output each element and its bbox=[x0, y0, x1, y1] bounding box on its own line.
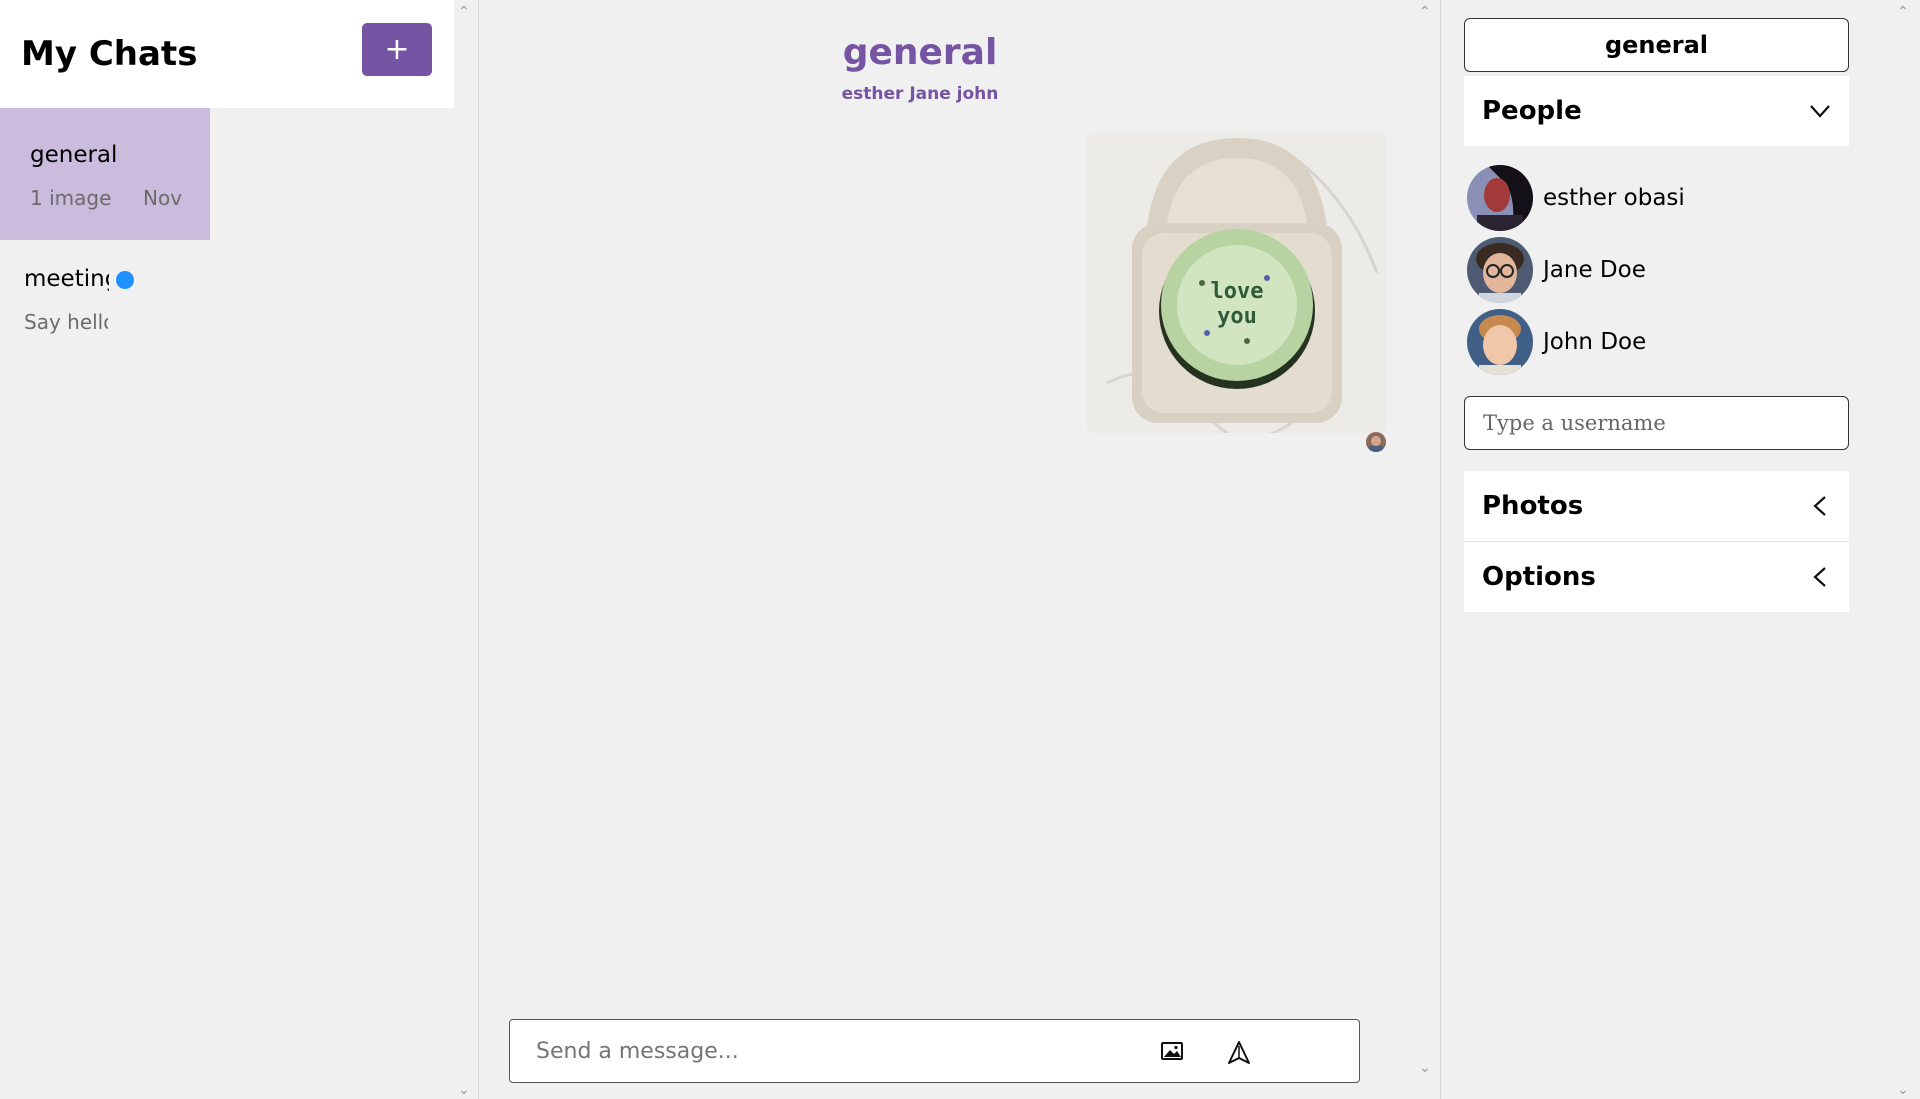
scroll-down-arrow[interactable]: ⌄ bbox=[1419, 1060, 1431, 1076]
scroll-up-arrow[interactable]: ⌃ bbox=[1897, 4, 1909, 20]
avatar bbox=[1467, 165, 1533, 231]
message-composer bbox=[509, 1019, 1360, 1083]
chat-card-date: Nov bbox=[143, 186, 183, 210]
photos-section-label: Photos bbox=[1482, 491, 1584, 521]
chat-list-panel: My Chats + general 1 image Nov meeting S… bbox=[0, 0, 470, 1099]
new-chat-button[interactable]: + bbox=[362, 23, 432, 76]
chat-card-preview-text: Say hello bbox=[24, 310, 108, 334]
people-section-label: People bbox=[1482, 96, 1582, 126]
conversation-title: general bbox=[842, 32, 998, 73]
people-section-toggle[interactable]: People bbox=[1464, 76, 1849, 146]
photos-section-toggle[interactable]: Photos bbox=[1464, 471, 1849, 541]
person-name: esther obasi bbox=[1543, 185, 1685, 211]
chevron-down-icon bbox=[1810, 105, 1830, 118]
chat-list-header: My Chats + bbox=[0, 0, 454, 108]
online-indicator bbox=[1469, 240, 1476, 247]
scroll-up-arrow[interactable]: ⌃ bbox=[1419, 4, 1431, 20]
chat-details-panel: general People esther obasi Jane Doe Joh… bbox=[1440, 0, 1920, 1099]
chevron-left-icon bbox=[1813, 567, 1826, 587]
person-row: esther obasi bbox=[1467, 165, 1847, 231]
conversation-panel: general esther Jane john love you Send a… bbox=[478, 0, 1440, 1099]
chat-card-name: general bbox=[30, 142, 118, 168]
chat-card-preview: 1 image bbox=[30, 186, 112, 210]
unread-indicator bbox=[116, 271, 134, 289]
person-name: John Doe bbox=[1543, 329, 1647, 355]
online-indicator bbox=[1469, 312, 1476, 319]
chat-card-name-text: meeting bbox=[24, 266, 109, 292]
message-input[interactable] bbox=[536, 1033, 1136, 1069]
options-section-label: Options bbox=[1482, 562, 1596, 592]
options-section-toggle[interactable]: Options bbox=[1464, 542, 1849, 612]
chat-card-name: meeting bbox=[24, 266, 109, 292]
image-attach-icon[interactable] bbox=[1160, 1040, 1186, 1064]
chat-card-preview: Say hello bbox=[24, 310, 108, 334]
scroll-down-arrow[interactable]: ⌄ bbox=[458, 1082, 470, 1098]
chat-list-title: My Chats bbox=[21, 34, 198, 74]
person-row: Jane Doe bbox=[1467, 237, 1847, 303]
username-field bbox=[1464, 396, 1849, 450]
conversation-members: esther Jane john bbox=[841, 84, 999, 104]
avatar bbox=[1467, 237, 1533, 303]
sender-avatar bbox=[1366, 432, 1386, 452]
svg-text:you: you bbox=[1217, 304, 1257, 329]
scroll-up-arrow[interactable]: ⌃ bbox=[458, 4, 470, 20]
person-row: John Doe bbox=[1467, 309, 1847, 375]
chat-card-meeting[interactable]: meeting Say hello bbox=[0, 250, 210, 382]
chat-title-field[interactable]: general bbox=[1464, 18, 1849, 72]
person-name: Jane Doe bbox=[1543, 257, 1646, 283]
message-image[interactable]: love you bbox=[1087, 133, 1387, 433]
username-input[interactable] bbox=[1483, 407, 1823, 439]
svg-text:love: love bbox=[1211, 279, 1264, 304]
send-icon[interactable] bbox=[1226, 1040, 1252, 1066]
cake-photo: love you bbox=[1087, 133, 1387, 433]
chevron-left-icon bbox=[1813, 496, 1826, 516]
avatar bbox=[1467, 309, 1533, 375]
scroll-down-arrow[interactable]: ⌄ bbox=[1897, 1082, 1909, 1098]
online-indicator bbox=[1469, 168, 1476, 175]
chat-card-general[interactable]: general 1 image Nov bbox=[0, 108, 210, 240]
